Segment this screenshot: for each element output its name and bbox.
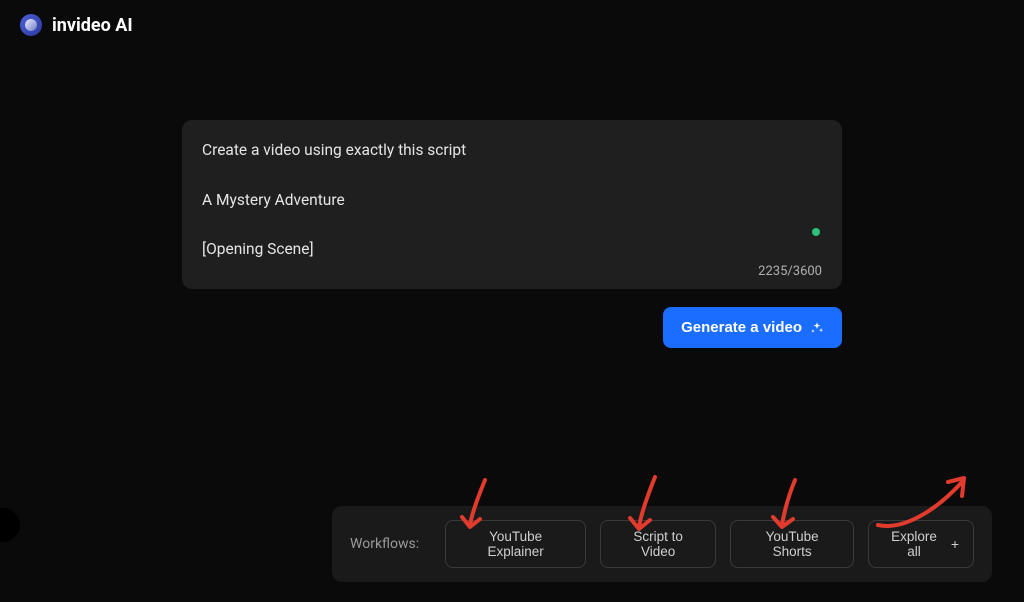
main-content: Create a video using exactly this script… xyxy=(0,50,1024,348)
workflows-toolbar: Workflows: YouTube Explainer Script to V… xyxy=(332,506,992,582)
workflow-chip-label: YouTube Explainer xyxy=(460,529,571,559)
generate-row: Generate a video xyxy=(182,307,842,348)
generate-button-label: Generate a video xyxy=(681,319,802,336)
workflow-chip-label: Explore all xyxy=(883,529,945,559)
workflows-label: Workflows: xyxy=(350,536,419,552)
sparkle-icon xyxy=(810,321,824,335)
workflow-youtube-shorts[interactable]: YouTube Shorts xyxy=(730,520,854,568)
workflow-youtube-explainer[interactable]: YouTube Explainer xyxy=(445,520,586,568)
plus-icon: + xyxy=(951,536,959,552)
workflow-chip-label: YouTube Shorts xyxy=(745,529,839,559)
brand-logo-icon xyxy=(20,14,42,36)
workflow-script-to-video[interactable]: Script to Video xyxy=(600,520,716,568)
workflow-chip-label: Script to Video xyxy=(615,529,701,559)
status-indicator-icon xyxy=(812,228,820,236)
prompt-text[interactable]: Create a video using exactly this script… xyxy=(202,138,822,258)
app-header: invideo AI xyxy=(0,0,1024,50)
prompt-textarea-container[interactable]: Create a video using exactly this script… xyxy=(182,120,842,289)
left-edge-stub xyxy=(0,508,20,542)
workflow-explore-all[interactable]: Explore all + xyxy=(868,520,974,568)
character-count: 2235/3600 xyxy=(202,264,822,279)
brand-name: invideo AI xyxy=(52,15,133,36)
generate-video-button[interactable]: Generate a video xyxy=(663,307,842,348)
